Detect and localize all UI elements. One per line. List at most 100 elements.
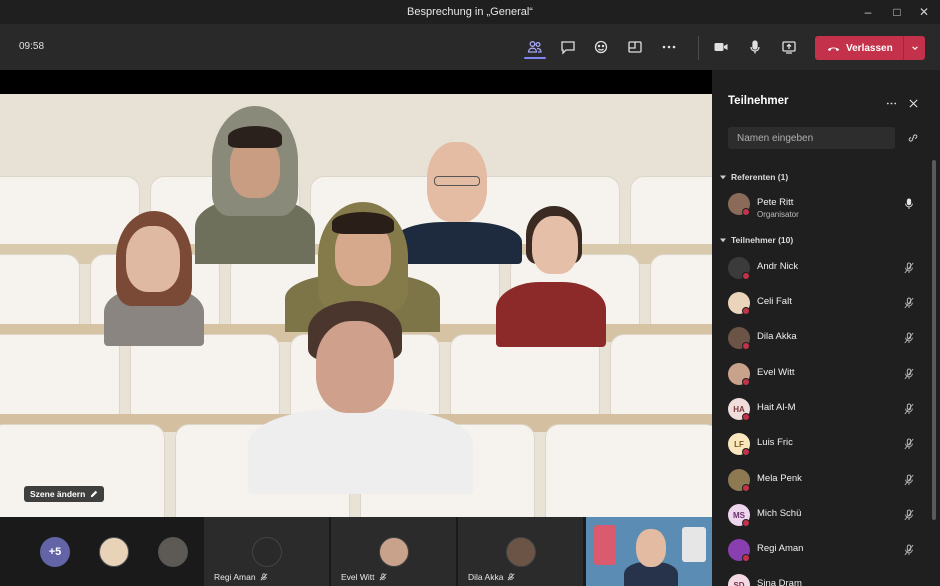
camera-icon[interactable] — [710, 36, 732, 58]
participant-video — [496, 204, 606, 347]
chevron-down-icon — [720, 175, 726, 180]
presenters-section-header[interactable]: Referenten (1) — [720, 172, 788, 182]
participant-name: Sina Dram — [757, 578, 802, 586]
chat-icon[interactable] — [557, 36, 579, 58]
participant-name: Dila Akka — [757, 331, 797, 342]
participant-row[interactable]: LF Luis Fric — [728, 433, 924, 463]
participant-name: Andr Nick — [757, 261, 799, 272]
video-tile[interactable]: Evel Witt — [331, 517, 457, 586]
participants-icon[interactable] — [524, 36, 546, 58]
status-badge — [742, 519, 750, 527]
mic-off-icon — [902, 507, 916, 523]
status-badge — [742, 208, 750, 216]
glasses-icon — [434, 176, 480, 186]
mic-off-icon — [902, 260, 916, 276]
mic-off-icon — [902, 366, 916, 382]
leave-button[interactable]: Verlassen — [815, 36, 925, 60]
reactions-icon[interactable] — [590, 36, 612, 58]
participant-row[interactable]: HA Hait Al-M — [728, 398, 924, 428]
mic-off-icon — [902, 542, 916, 558]
status-badge — [742, 342, 750, 350]
more-participants-badge[interactable]: +5 — [40, 537, 70, 567]
participant-row[interactable]: Dila Akka — [728, 327, 924, 357]
mic-off-icon — [902, 436, 916, 452]
minimize-icon[interactable]: – — [860, 4, 876, 20]
share-invite-icon[interactable] — [905, 130, 921, 146]
pencil-icon — [91, 490, 98, 498]
status-badge — [742, 554, 750, 562]
participant-name: Evel Witt — [757, 367, 795, 378]
participant-row[interactable]: Mela Penk — [728, 469, 924, 499]
mic-off-icon — [379, 573, 387, 581]
participant-row[interactable]: Evel Witt — [728, 363, 924, 393]
participant-name: Hait Al-M — [757, 402, 796, 413]
participant-video — [248, 299, 473, 494]
panel-more-icon[interactable] — [884, 96, 898, 110]
attendees-header: Teilnehmer (10) — [731, 235, 794, 245]
share-screen-icon[interactable] — [778, 36, 800, 58]
participant-role: Organisator — [757, 210, 799, 219]
change-scene-label: Szene ändern — [30, 489, 86, 499]
participant-name: Pete Ritt — [757, 197, 794, 208]
participant-name: Mela Penk — [757, 473, 802, 484]
participant-row[interactable]: Celi Falt — [728, 292, 924, 322]
chevron-down-icon — [911, 46, 918, 50]
title-bar: Besprechung in „General“ – □ ✕ — [0, 0, 940, 24]
panel-title: Teilnehmer — [728, 95, 789, 107]
status-badge — [742, 272, 750, 280]
presenters-header: Referenten (1) — [731, 172, 789, 182]
participant-name: Mich Schü — [757, 508, 802, 519]
avatar — [379, 537, 409, 567]
participant-row[interactable]: Pete Ritt Organisator — [728, 193, 924, 223]
microphone-icon — [902, 196, 916, 212]
avatar — [506, 537, 536, 567]
close-icon[interactable]: ✕ — [916, 4, 932, 20]
participant-name: Luis Fric — [757, 437, 793, 448]
avatar[interactable] — [99, 537, 129, 567]
mic-off-icon — [902, 401, 916, 417]
participants-active-indicator — [524, 57, 546, 59]
participant-name: Celi Falt — [757, 296, 792, 307]
participant-row[interactable]: Regi Aman — [728, 539, 924, 569]
mic-off-icon — [260, 573, 268, 581]
toolbar-divider — [698, 36, 699, 60]
participant-row[interactable]: Andr Nick — [728, 257, 924, 287]
status-badge — [742, 378, 750, 386]
tile-name: Regi Aman — [214, 572, 256, 582]
microphone-icon[interactable] — [744, 36, 766, 58]
leave-label: Verlassen — [846, 42, 893, 54]
together-mode-scene — [0, 94, 712, 562]
window-title: Besprechung in „General“ — [407, 6, 533, 18]
self-view-video[interactable] — [586, 517, 712, 586]
status-badge — [742, 413, 750, 421]
mic-off-icon — [902, 330, 916, 346]
leave-dropdown[interactable] — [903, 36, 925, 60]
video-tile[interactable]: Regi Aman — [204, 517, 330, 586]
attendees-section-header[interactable]: Teilnehmer (10) — [720, 235, 793, 245]
hang-up-icon — [827, 46, 840, 51]
maximize-icon[interactable]: □ — [889, 4, 905, 20]
change-scene-button[interactable]: Szene ändern — [24, 486, 105, 502]
more-options-icon[interactable] — [658, 36, 680, 58]
participant-video — [104, 206, 204, 346]
participant-name: Regi Aman — [757, 543, 804, 554]
avatar — [252, 537, 282, 567]
avatar[interactable] — [158, 537, 188, 567]
participant-search-input[interactable] — [728, 127, 895, 149]
status-badge — [742, 484, 750, 492]
tile-name: Dila Akka — [468, 572, 504, 582]
mic-off-icon — [902, 295, 916, 311]
status-badge — [742, 448, 750, 456]
leave-main[interactable]: Verlassen — [815, 36, 903, 60]
panel-close-icon[interactable] — [906, 96, 920, 110]
participant-row[interactable]: MS Mich Schü — [728, 504, 924, 534]
participant-row[interactable]: SD Sina Dram — [728, 574, 924, 586]
mic-off-icon — [902, 472, 916, 488]
meeting-timer: 09:58 — [19, 41, 45, 52]
chevron-down-icon — [720, 238, 726, 243]
video-tile[interactable]: Dila Akka — [458, 517, 584, 586]
avatar: SD — [728, 574, 750, 586]
panel-scrollbar[interactable] — [932, 160, 936, 520]
rooms-icon[interactable] — [624, 36, 646, 58]
status-badge — [742, 307, 750, 315]
